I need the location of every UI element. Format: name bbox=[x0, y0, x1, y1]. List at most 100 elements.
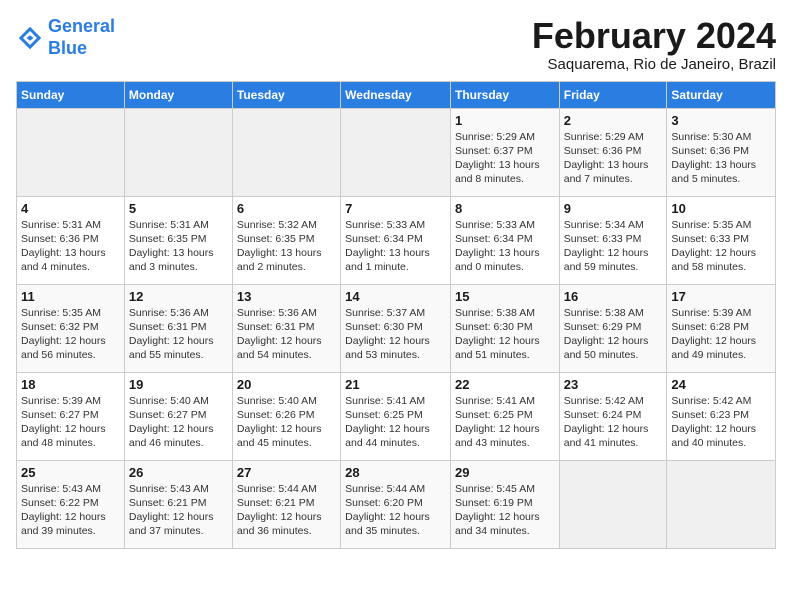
calendar-cell: 15 Sunrise: 5:38 AM Sunset: 6:30 PM Dayli… bbox=[450, 284, 559, 372]
calendar-week-1: 1Sunrise: 5:29 AM Sunset: 6:37 PM Daylig… bbox=[17, 108, 776, 196]
cell-info: Sunrise: 5:36 AM Sunset: 6:31 PM Dayligh… bbox=[237, 306, 336, 363]
calendar-cell: 10 Sunrise: 5:35 AM Sunset: 6:33 PM Dayli… bbox=[667, 196, 776, 284]
title-block: February 2024 Saquarema, Rio de Janeiro,… bbox=[532, 16, 776, 73]
cell-info: Sunrise: 5:45 AM Sunset: 6:19 PM Dayligh… bbox=[455, 482, 555, 539]
day-number: 15 bbox=[455, 289, 555, 304]
cell-info: Sunrise: 5:38 AM Sunset: 6:30 PM Dayligh… bbox=[455, 306, 555, 363]
cell-info: Sunrise: 5:43 AM Sunset: 6:22 PM Dayligh… bbox=[21, 482, 120, 539]
calendar-cell: 16 Sunrise: 5:38 AM Sunset: 6:29 PM Dayli… bbox=[559, 284, 667, 372]
day-number: 16 bbox=[564, 289, 663, 304]
day-number: 21 bbox=[345, 377, 446, 392]
location: Saquarema, Rio de Janeiro, Brazil bbox=[532, 56, 776, 73]
day-number: 18 bbox=[21, 377, 120, 392]
month-year: February 2024 bbox=[532, 16, 776, 56]
calendar-week-3: 11 Sunrise: 5:35 AM Sunset: 6:32 PM Dayli… bbox=[17, 284, 776, 372]
day-number: 17 bbox=[671, 289, 771, 304]
day-number: 4 bbox=[21, 201, 120, 216]
cell-info: Sunrise: 5:29 AM Sunset: 6:36 PM Dayligh… bbox=[564, 130, 663, 187]
calendar-cell: 21 Sunrise: 5:41 AM Sunset: 6:25 PM Dayli… bbox=[341, 372, 451, 460]
weekday-header-wednesday: Wednesday bbox=[341, 81, 451, 108]
cell-info: Sunrise: 5:37 AM Sunset: 6:30 PM Dayligh… bbox=[345, 306, 446, 363]
day-number: 25 bbox=[21, 465, 120, 480]
cell-info: Sunrise: 5:42 AM Sunset: 6:24 PM Dayligh… bbox=[564, 394, 663, 451]
weekday-header-monday: Monday bbox=[124, 81, 232, 108]
calendar-cell bbox=[124, 108, 232, 196]
calendar-cell: 11 Sunrise: 5:35 AM Sunset: 6:32 PM Dayli… bbox=[17, 284, 125, 372]
cell-info: Sunrise: 5:40 AM Sunset: 6:27 PM Dayligh… bbox=[129, 394, 228, 451]
calendar-cell: 18 Sunrise: 5:39 AM Sunset: 6:27 PM Dayli… bbox=[17, 372, 125, 460]
cell-info: Sunrise: 5:36 AM Sunset: 6:31 PM Dayligh… bbox=[129, 306, 228, 363]
calendar-cell: 20 Sunrise: 5:40 AM Sunset: 6:26 PM Dayli… bbox=[232, 372, 340, 460]
cell-info: Sunrise: 5:38 AM Sunset: 6:29 PM Dayligh… bbox=[564, 306, 663, 363]
day-number: 19 bbox=[129, 377, 228, 392]
day-number: 3 bbox=[671, 113, 771, 128]
calendar-cell: 6 Sunrise: 5:32 AM Sunset: 6:35 PM Daylig… bbox=[232, 196, 340, 284]
calendar-cell: 2Sunrise: 5:29 AM Sunset: 6:36 PM Daylig… bbox=[559, 108, 667, 196]
calendar-cell: 8 Sunrise: 5:33 AM Sunset: 6:34 PM Daylig… bbox=[450, 196, 559, 284]
calendar-week-2: 4 Sunrise: 5:31 AM Sunset: 6:36 PM Daylig… bbox=[17, 196, 776, 284]
calendar-cell bbox=[667, 460, 776, 548]
page-header: General Blue February 2024 Saquarema, Ri… bbox=[16, 16, 776, 73]
calendar-cell: 27 Sunrise: 5:44 AM Sunset: 6:21 PM Dayli… bbox=[232, 460, 340, 548]
cell-info: Sunrise: 5:29 AM Sunset: 6:37 PM Dayligh… bbox=[455, 130, 555, 187]
day-number: 12 bbox=[129, 289, 228, 304]
logo-line1: General bbox=[48, 16, 115, 36]
day-number: 23 bbox=[564, 377, 663, 392]
cell-info: Sunrise: 5:40 AM Sunset: 6:26 PM Dayligh… bbox=[237, 394, 336, 451]
weekday-header-row: SundayMondayTuesdayWednesdayThursdayFrid… bbox=[17, 81, 776, 108]
cell-info: Sunrise: 5:31 AM Sunset: 6:36 PM Dayligh… bbox=[21, 218, 120, 275]
calendar-cell: 1Sunrise: 5:29 AM Sunset: 6:37 PM Daylig… bbox=[450, 108, 559, 196]
day-number: 20 bbox=[237, 377, 336, 392]
day-number: 22 bbox=[455, 377, 555, 392]
calendar-cell: 5 Sunrise: 5:31 AM Sunset: 6:35 PM Daylig… bbox=[124, 196, 232, 284]
calendar-cell bbox=[341, 108, 451, 196]
day-number: 11 bbox=[21, 289, 120, 304]
cell-info: Sunrise: 5:33 AM Sunset: 6:34 PM Dayligh… bbox=[455, 218, 555, 275]
calendar-cell: 7 Sunrise: 5:33 AM Sunset: 6:34 PM Daylig… bbox=[341, 196, 451, 284]
day-number: 7 bbox=[345, 201, 446, 216]
calendar-cell bbox=[559, 460, 667, 548]
calendar-cell: 23 Sunrise: 5:42 AM Sunset: 6:24 PM Dayli… bbox=[559, 372, 667, 460]
cell-info: Sunrise: 5:44 AM Sunset: 6:20 PM Dayligh… bbox=[345, 482, 446, 539]
calendar-cell bbox=[232, 108, 340, 196]
cell-info: Sunrise: 5:31 AM Sunset: 6:35 PM Dayligh… bbox=[129, 218, 228, 275]
cell-info: Sunrise: 5:32 AM Sunset: 6:35 PM Dayligh… bbox=[237, 218, 336, 275]
cell-info: Sunrise: 5:44 AM Sunset: 6:21 PM Dayligh… bbox=[237, 482, 336, 539]
logo: General Blue bbox=[16, 16, 115, 59]
weekday-header-tuesday: Tuesday bbox=[232, 81, 340, 108]
day-number: 10 bbox=[671, 201, 771, 216]
day-number: 24 bbox=[671, 377, 771, 392]
calendar-cell: 13 Sunrise: 5:36 AM Sunset: 6:31 PM Dayli… bbox=[232, 284, 340, 372]
cell-info: Sunrise: 5:33 AM Sunset: 6:34 PM Dayligh… bbox=[345, 218, 446, 275]
cell-info: Sunrise: 5:39 AM Sunset: 6:28 PM Dayligh… bbox=[671, 306, 771, 363]
calendar-week-5: 25 Sunrise: 5:43 AM Sunset: 6:22 PM Dayli… bbox=[17, 460, 776, 548]
calendar-cell: 29Sunrise: 5:45 AM Sunset: 6:19 PM Dayli… bbox=[450, 460, 559, 548]
cell-info: Sunrise: 5:34 AM Sunset: 6:33 PM Dayligh… bbox=[564, 218, 663, 275]
cell-info: Sunrise: 5:39 AM Sunset: 6:27 PM Dayligh… bbox=[21, 394, 120, 451]
weekday-header-sunday: Sunday bbox=[17, 81, 125, 108]
cell-info: Sunrise: 5:35 AM Sunset: 6:33 PM Dayligh… bbox=[671, 218, 771, 275]
day-number: 6 bbox=[237, 201, 336, 216]
calendar-cell: 3 Sunrise: 5:30 AM Sunset: 6:36 PM Daylig… bbox=[667, 108, 776, 196]
calendar-cell: 24 Sunrise: 5:42 AM Sunset: 6:23 PM Dayli… bbox=[667, 372, 776, 460]
cell-info: Sunrise: 5:41 AM Sunset: 6:25 PM Dayligh… bbox=[345, 394, 446, 451]
calendar-table: SundayMondayTuesdayWednesdayThursdayFrid… bbox=[16, 81, 776, 549]
calendar-cell: 14Sunrise: 5:37 AM Sunset: 6:30 PM Dayli… bbox=[341, 284, 451, 372]
calendar-cell: 28Sunrise: 5:44 AM Sunset: 6:20 PM Dayli… bbox=[341, 460, 451, 548]
day-number: 27 bbox=[237, 465, 336, 480]
cell-info: Sunrise: 5:35 AM Sunset: 6:32 PM Dayligh… bbox=[21, 306, 120, 363]
day-number: 5 bbox=[129, 201, 228, 216]
day-number: 26 bbox=[129, 465, 228, 480]
calendar-cell: 19 Sunrise: 5:40 AM Sunset: 6:27 PM Dayli… bbox=[124, 372, 232, 460]
cell-info: Sunrise: 5:41 AM Sunset: 6:25 PM Dayligh… bbox=[455, 394, 555, 451]
cell-info: Sunrise: 5:42 AM Sunset: 6:23 PM Dayligh… bbox=[671, 394, 771, 451]
logo-icon bbox=[16, 24, 44, 52]
day-number: 8 bbox=[455, 201, 555, 216]
cell-info: Sunrise: 5:30 AM Sunset: 6:36 PM Dayligh… bbox=[671, 130, 771, 187]
day-number: 9 bbox=[564, 201, 663, 216]
calendar-cell: 26Sunrise: 5:43 AM Sunset: 6:21 PM Dayli… bbox=[124, 460, 232, 548]
logo-text: General Blue bbox=[48, 16, 115, 59]
day-number: 13 bbox=[237, 289, 336, 304]
calendar-cell: 12 Sunrise: 5:36 AM Sunset: 6:31 PM Dayli… bbox=[124, 284, 232, 372]
calendar-cell: 17 Sunrise: 5:39 AM Sunset: 6:28 PM Dayli… bbox=[667, 284, 776, 372]
